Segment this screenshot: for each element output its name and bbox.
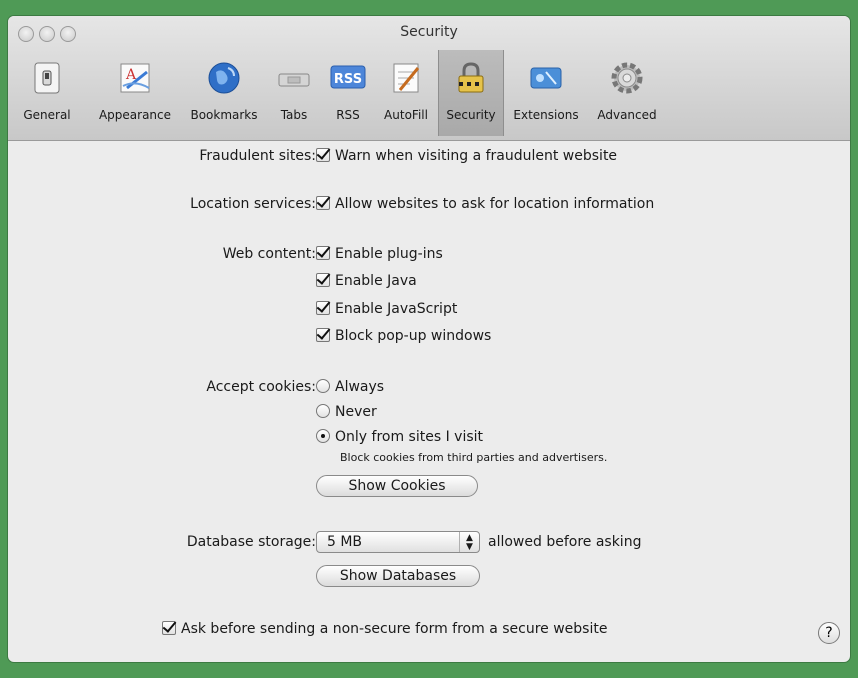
fraudulent-warning-checkbox[interactable]: Warn when visiting a fraudulent website [316, 148, 617, 164]
tab-bookmarks-label: Bookmarks [190, 108, 258, 122]
cookies-only-visited-text: Only from sites I visit [335, 429, 484, 445]
radio-unselected[interactable] [316, 404, 330, 418]
radio-selected[interactable] [316, 429, 330, 443]
enable-java-text: Enable Java [335, 273, 417, 289]
block-popups-text: Block pop-up windows [335, 328, 492, 344]
title-bar: Security General A Appearance Bookmarks … [8, 16, 850, 141]
extensions-icon [530, 67, 562, 89]
gear-icon [611, 62, 643, 94]
tab-advanced-label: Advanced [597, 108, 657, 122]
enable-java-checkbox[interactable]: Enable Java [316, 273, 417, 289]
checkbox-checked[interactable] [316, 196, 330, 210]
cookies-only-visited-radio[interactable]: Only from sites I visit [316, 429, 483, 445]
tab-security-label: Security [446, 108, 496, 122]
nonsecure-form-text: Ask before sending a non-secure form fro… [181, 621, 608, 637]
tab-general[interactable]: General [22, 50, 72, 136]
bookmarks-globe-icon [208, 62, 240, 94]
enable-javascript-checkbox[interactable]: Enable JavaScript [316, 301, 457, 317]
up-down-arrows-icon: ▲ ▼ [459, 532, 479, 552]
show-cookies-button[interactable]: Show Cookies [316, 475, 478, 497]
preferences-window: Security General A Appearance Bookmarks … [8, 16, 850, 662]
nonsecure-form-checkbox[interactable]: Ask before sending a non-secure form fro… [162, 621, 607, 637]
tab-tabs[interactable]: Tabs [272, 50, 316, 136]
fraudulent-warning-text: Warn when visiting a fraudulent website [335, 148, 618, 164]
preferences-toolbar: General A Appearance Bookmarks Tabs RSS … [8, 50, 850, 136]
show-databases-button[interactable]: Show Databases [316, 565, 480, 587]
checkbox-checked[interactable] [316, 328, 330, 342]
accept-cookies-label: Accept cookies: [206, 379, 316, 395]
lock-icon [458, 62, 484, 93]
tab-advanced[interactable]: Advanced [592, 50, 662, 136]
tab-extensions-label: Extensions [513, 108, 579, 122]
database-storage-select[interactable]: 5 MB ▲ ▼ [316, 531, 480, 553]
general-switch-icon [34, 62, 60, 94]
appearance-icon: A [120, 63, 150, 93]
radio-unselected[interactable] [316, 379, 330, 393]
checkbox-checked[interactable] [316, 273, 330, 287]
tab-appearance[interactable]: A Appearance [94, 50, 176, 136]
cookies-always-radio[interactable]: Always [316, 379, 384, 395]
tab-rss-label: RSS [336, 108, 360, 122]
cookies-note: Block cookies from third parties and adv… [340, 451, 608, 464]
autofill-icon [393, 63, 420, 93]
tab-bookmarks[interactable]: Bookmarks [184, 50, 264, 136]
cookies-never-text: Never [335, 404, 377, 420]
block-popups-checkbox[interactable]: Block pop-up windows [316, 328, 491, 344]
location-permission-checkbox[interactable]: Allow websites to ask for location infor… [316, 196, 654, 212]
help-button[interactable]: ? [818, 622, 840, 644]
tab-extensions[interactable]: Extensions [508, 50, 584, 136]
checkbox-checked[interactable] [316, 246, 330, 260]
tab-tabs-label: Tabs [280, 108, 308, 122]
checkbox-checked[interactable] [316, 148, 330, 162]
checkbox-checked[interactable] [316, 301, 330, 315]
rss-icon: RSS [330, 65, 366, 89]
tab-appearance-label: Appearance [98, 108, 172, 122]
enable-plugins-checkbox[interactable]: Enable plug-ins [316, 246, 443, 262]
location-permission-text: Allow websites to ask for location infor… [335, 196, 655, 212]
cookies-always-text: Always [335, 379, 385, 395]
tabs-icon [278, 73, 310, 87]
tab-autofill-label: AutoFill [384, 108, 428, 122]
database-storage-suffix: allowed before asking [488, 534, 642, 550]
checkbox-checked[interactable] [162, 621, 176, 635]
enable-plugins-text: Enable plug-ins [335, 246, 443, 262]
fraudulent-sites-label: Fraudulent sites: [199, 148, 316, 164]
cookies-never-radio[interactable]: Never [316, 404, 377, 420]
database-storage-value: 5 MB [327, 534, 363, 550]
tab-rss[interactable]: RSS RSS [326, 50, 370, 136]
enable-javascript-text: Enable JavaScript [335, 301, 458, 317]
web-content-label: Web content: [222, 246, 316, 262]
database-storage-label: Database storage: [186, 534, 316, 550]
tab-security[interactable]: Security [438, 50, 504, 136]
rss-badge-text: RSS [334, 72, 362, 87]
location-services-label: Location services: [190, 196, 316, 212]
window-title: Security [400, 24, 458, 40]
tab-autofill[interactable]: AutoFill [378, 50, 434, 136]
tab-general-label: General [23, 108, 71, 122]
